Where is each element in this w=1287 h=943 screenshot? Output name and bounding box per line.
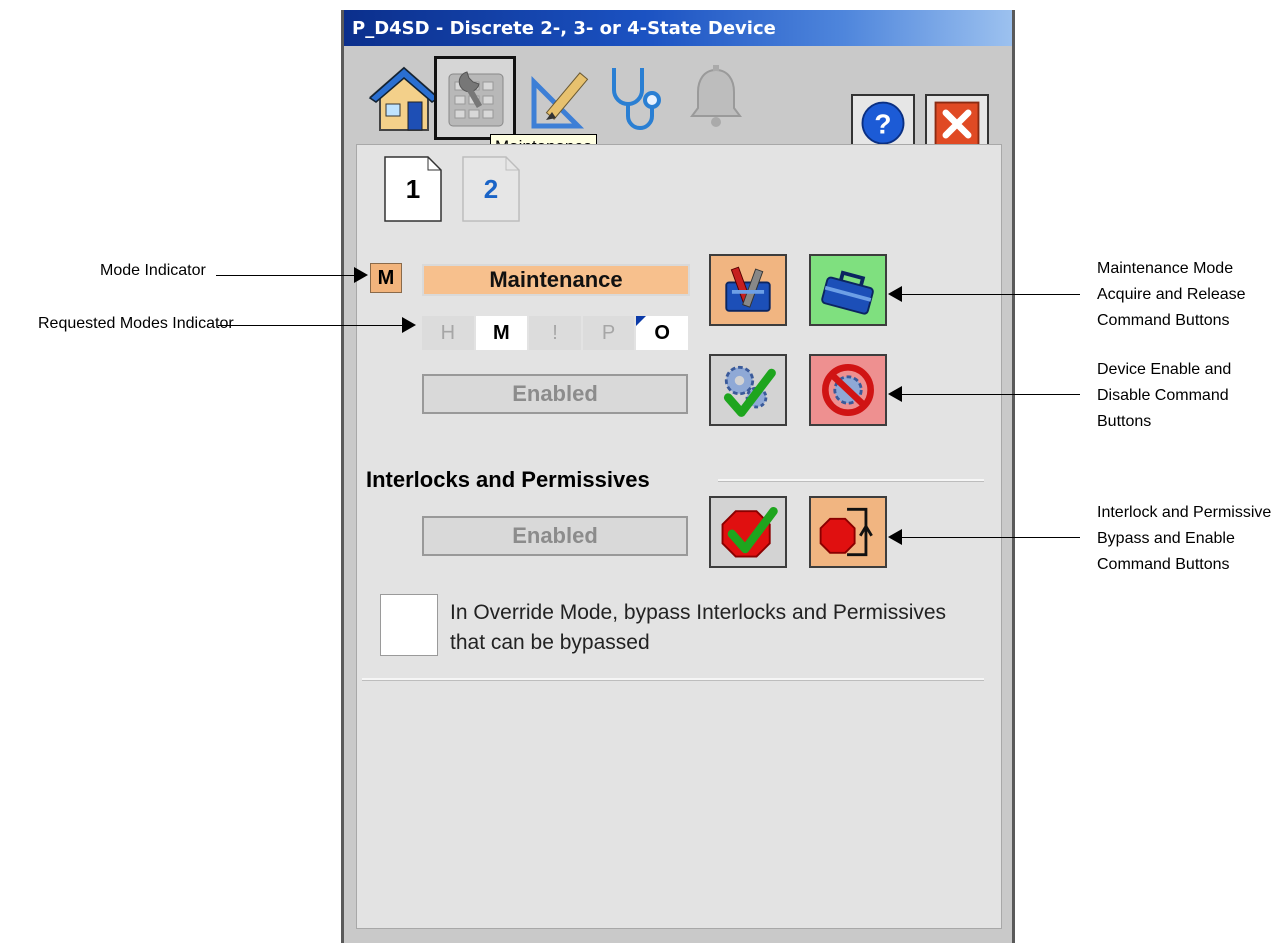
toolbox-icon	[821, 270, 874, 315]
device-disable-button[interactable]	[809, 354, 887, 426]
section-divider	[718, 479, 984, 482]
interlock-bypass-button[interactable]	[809, 496, 887, 568]
override-bypass-checkbox[interactable]	[380, 594, 438, 656]
req-mode-p: P	[582, 316, 635, 350]
maintenance-acquire-button[interactable]	[709, 254, 787, 326]
arrow-icon	[888, 529, 902, 545]
title-bar: P_D4SD - Discrete 2-, 3- or 4-State Devi…	[344, 10, 1012, 46]
bell-icon[interactable]	[678, 60, 754, 136]
override-bypass-label: In Override Mode, bypass Interlocks and …	[450, 601, 947, 654]
callout-mode-indicator: Mode Indicator	[100, 262, 206, 279]
mode-indicator: M	[370, 263, 402, 293]
svg-text:?: ?	[874, 108, 891, 139]
req-mode-h: H	[422, 316, 474, 350]
callout-text: Bypass and Enable	[1097, 530, 1235, 547]
callout-interlock-buttons: Interlock and Permissive Bypass and Enab…	[1097, 500, 1271, 578]
page-tab-label: 1	[405, 174, 421, 204]
maintenance-release-button[interactable]	[809, 254, 887, 326]
maintenance-icon	[448, 71, 504, 127]
interlocks-heading: Interlocks and Permissives	[366, 467, 650, 492]
home-icon[interactable]	[366, 60, 442, 136]
page-tab-label: 2	[483, 174, 499, 204]
callout-line	[218, 325, 404, 326]
engineering-icon[interactable]	[526, 60, 602, 136]
arrow-icon	[354, 267, 368, 283]
diagnostics-icon[interactable]	[602, 60, 678, 136]
arrow-icon	[888, 286, 902, 302]
callout-line	[902, 394, 1080, 395]
stop-bypass-icon	[819, 507, 873, 557]
req-mode-excl: !	[529, 316, 581, 350]
callout-text: Command Buttons	[1097, 312, 1230, 329]
arrow-icon	[888, 386, 902, 402]
callout-requested-modes: Requested Modes Indicator	[38, 315, 234, 332]
callout-line	[216, 275, 356, 276]
interlock-enable-button[interactable]	[709, 496, 787, 568]
callout-text: Disable Command	[1097, 387, 1229, 404]
page-tab-1[interactable]: 1	[384, 156, 442, 222]
callout-maintenance-buttons: Maintenance Mode Acquire and Release Com…	[1097, 256, 1246, 334]
req-mode-m: M	[475, 316, 528, 350]
callout-line	[902, 294, 1080, 295]
current-mode: Maintenance	[422, 264, 690, 296]
stop-check-icon	[721, 506, 778, 558]
faceplate-toolbar: ? Maintenance	[344, 46, 1012, 160]
toolbox-tools-icon	[725, 266, 771, 312]
faceplate-window: P_D4SD - Discrete 2-, 3- or 4-State Devi…	[341, 10, 1015, 943]
requested-modes-indicator: H M ! P O	[422, 316, 688, 350]
bottom-divider	[362, 678, 984, 681]
page-tab-2[interactable]: 2	[462, 156, 520, 222]
callout-text: Interlock and Permissive	[1097, 504, 1272, 521]
callout-text: Acquire and Release	[1097, 286, 1246, 303]
callout-text: Buttons	[1097, 413, 1152, 430]
gear-check-icon	[723, 365, 776, 417]
callout-text: Device Enable and	[1097, 361, 1232, 378]
callout-text: Maintenance Mode	[1097, 260, 1234, 277]
callout-text: Command Buttons	[1097, 556, 1230, 573]
tab-maintenance[interactable]	[434, 56, 516, 140]
interlock-status: Enabled	[422, 516, 688, 556]
callout-line	[902, 537, 1080, 538]
window-title: P_D4SD - Discrete 2-, 3- or 4-State Devi…	[352, 18, 776, 39]
req-mode-o: O	[636, 316, 688, 350]
arrow-icon	[402, 317, 416, 333]
callout-device-buttons: Device Enable and Disable Command Button…	[1097, 357, 1231, 435]
gear-disabled-icon	[822, 364, 874, 416]
device-enable-button[interactable]	[709, 354, 787, 426]
device-status: Enabled	[422, 374, 688, 414]
